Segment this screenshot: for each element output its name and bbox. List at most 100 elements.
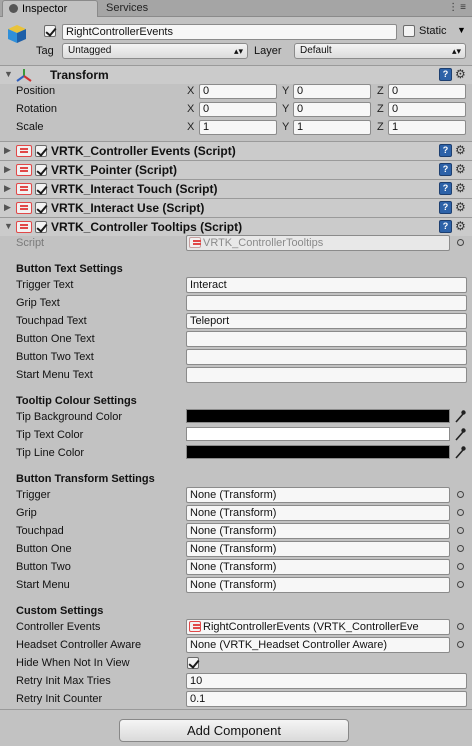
window-menu-icon[interactable]: ⋮≡ (448, 2, 468, 13)
gear-icon[interactable]: ⚙ (455, 67, 466, 81)
transform-header[interactable]: ▼ Transform ? ⚙ (0, 65, 472, 84)
tip-text-color-swatch[interactable] (186, 427, 450, 441)
component-enabled-checkbox[interactable] (35, 221, 47, 233)
headset-controller-aware-field[interactable]: None (VRTK_Headset Controller Aware) (186, 637, 450, 653)
retry-init-counter-input[interactable]: 0.1 (186, 691, 467, 707)
help-icon[interactable]: ? (439, 182, 452, 195)
tag-label: Tag (36, 45, 54, 57)
touchpad-text-input[interactable]: Teleport (186, 313, 467, 329)
eyedropper-icon[interactable] (454, 445, 466, 459)
component-header-interact-touch[interactable]: ▶ VRTK_Interact Touch (Script) ? ⚙ (0, 179, 472, 198)
tip-text-color-label: Tip Text Color (16, 429, 84, 441)
position-x-input[interactable]: 0 (199, 84, 277, 99)
touchpad-transform-field[interactable]: None (Transform) (186, 523, 450, 539)
component-enabled-checkbox[interactable] (35, 183, 47, 195)
help-icon[interactable]: ? (439, 144, 452, 157)
object-picker-icon[interactable] (457, 623, 464, 630)
object-picker-icon[interactable] (457, 563, 464, 570)
gear-icon[interactable]: ⚙ (455, 143, 466, 157)
object-name-input[interactable]: RightControllerEvents (62, 24, 397, 40)
fold-open-icon[interactable]: ▼ (4, 69, 13, 79)
component-enabled-checkbox[interactable] (35, 202, 47, 214)
touchpad-transform-label: Touchpad (16, 525, 64, 537)
fold-closed-icon[interactable]: ▶ (4, 202, 11, 213)
fold-closed-icon[interactable]: ▶ (4, 145, 11, 156)
object-picker-icon[interactable] (457, 641, 464, 648)
axis-y-label[interactable]: Y (282, 85, 289, 97)
hide-when-not-in-view-label: Hide When Not In View (16, 657, 130, 669)
gear-icon[interactable]: ⚙ (455, 200, 466, 214)
axis-y-label[interactable]: Y (282, 121, 289, 133)
axis-x-label[interactable]: X (187, 103, 194, 115)
component-title: VRTK_Interact Use (Script) (51, 201, 205, 215)
object-picker-icon[interactable] (457, 509, 464, 516)
gameobject-cube-icon (8, 25, 26, 43)
button-one-text-input[interactable] (186, 331, 467, 347)
component-enabled-checkbox[interactable] (35, 164, 47, 176)
start-menu-text-input[interactable] (186, 367, 467, 383)
button-two-text-label: Button Two Text (16, 351, 94, 363)
script-icon (189, 237, 201, 248)
tab-services[interactable]: Services (100, 0, 178, 17)
fold-closed-icon[interactable]: ▶ (4, 164, 11, 175)
rotation-z-input[interactable]: 0 (388, 102, 466, 117)
gear-icon[interactable]: ⚙ (455, 181, 466, 195)
start-menu-transform-field[interactable]: None (Transform) (186, 577, 450, 593)
trigger-text-input[interactable]: Interact (186, 277, 467, 293)
object-picker-icon[interactable] (457, 545, 464, 552)
position-y-input[interactable]: 0 (293, 84, 371, 99)
component-header-controller-events[interactable]: ▶ VRTK_Controller Events (Script) ? ⚙ (0, 141, 472, 160)
gear-icon[interactable]: ⚙ (455, 219, 466, 233)
component-header-pointer[interactable]: ▶ VRTK_Pointer (Script) ? ⚙ (0, 160, 472, 179)
component-enabled-checkbox[interactable] (35, 145, 47, 157)
rotation-y-input[interactable]: 0 (293, 102, 371, 117)
object-picker-icon[interactable] (457, 527, 464, 534)
trigger-transform-field[interactable]: None (Transform) (186, 487, 450, 503)
grip-transform-field[interactable]: None (Transform) (186, 505, 450, 521)
axis-x-label[interactable]: X (187, 121, 194, 133)
axis-x-label[interactable]: X (187, 85, 194, 97)
position-z-input[interactable]: 0 (388, 84, 466, 99)
help-icon[interactable]: ? (439, 201, 452, 214)
axis-z-label[interactable]: Z (377, 121, 384, 133)
static-checkbox[interactable] (403, 25, 415, 37)
eyedropper-icon[interactable] (454, 427, 466, 441)
help-icon[interactable]: ? (439, 220, 452, 233)
grip-text-input[interactable] (186, 295, 467, 311)
rotation-x-input[interactable]: 0 (199, 102, 277, 117)
component-header-controller-tooltips[interactable]: ▼ VRTK_Controller Tooltips (Script) ? ⚙ (0, 217, 472, 236)
help-icon[interactable]: ? (439, 163, 452, 176)
grip-transform-label: Grip (16, 507, 37, 519)
tag-dropdown[interactable]: Untagged ▴▾ (62, 43, 248, 59)
scale-x-input[interactable]: 1 (199, 120, 277, 135)
script-icon (16, 202, 32, 214)
retry-init-max-tries-input[interactable]: 10 (186, 673, 467, 689)
controller-events-field[interactable]: RightControllerEvents (VRTK_ControllerEv… (186, 619, 450, 635)
axis-z-label[interactable]: Z (377, 103, 384, 115)
help-icon[interactable]: ? (439, 68, 452, 81)
axis-y-label[interactable]: Y (282, 103, 289, 115)
component-title: VRTK_Controller Events (Script) (51, 144, 236, 158)
hide-when-not-in-view-checkbox[interactable] (187, 657, 199, 669)
add-component-button[interactable]: Add Component (119, 719, 349, 742)
component-header-interact-use[interactable]: ▶ VRTK_Interact Use (Script) ? ⚙ (0, 198, 472, 217)
gear-icon[interactable]: ⚙ (455, 162, 466, 176)
button-two-text-input[interactable] (186, 349, 467, 365)
fold-closed-icon[interactable]: ▶ (4, 183, 11, 194)
tip-line-color-swatch[interactable] (186, 445, 450, 459)
button-one-transform-field[interactable]: None (Transform) (186, 541, 450, 557)
eyedropper-icon[interactable] (454, 409, 466, 423)
object-picker-icon[interactable] (457, 581, 464, 588)
tip-background-color-swatch[interactable] (186, 409, 450, 423)
fold-open-icon[interactable]: ▼ (4, 221, 13, 231)
layer-dropdown[interactable]: Default ▴▾ (294, 43, 466, 59)
button-two-transform-field[interactable]: None (Transform) (186, 559, 450, 575)
scale-z-input[interactable]: 1 (388, 120, 466, 135)
object-picker-icon[interactable] (457, 491, 464, 498)
static-dropdown-icon[interactable]: ▼ (457, 25, 466, 35)
tab-inspector[interactable]: Inspector (2, 0, 98, 17)
scale-y-input[interactable]: 1 (293, 120, 371, 135)
active-checkbox[interactable] (44, 25, 56, 37)
button-one-text-label: Button One Text (16, 333, 95, 345)
axis-z-label[interactable]: Z (377, 85, 384, 97)
